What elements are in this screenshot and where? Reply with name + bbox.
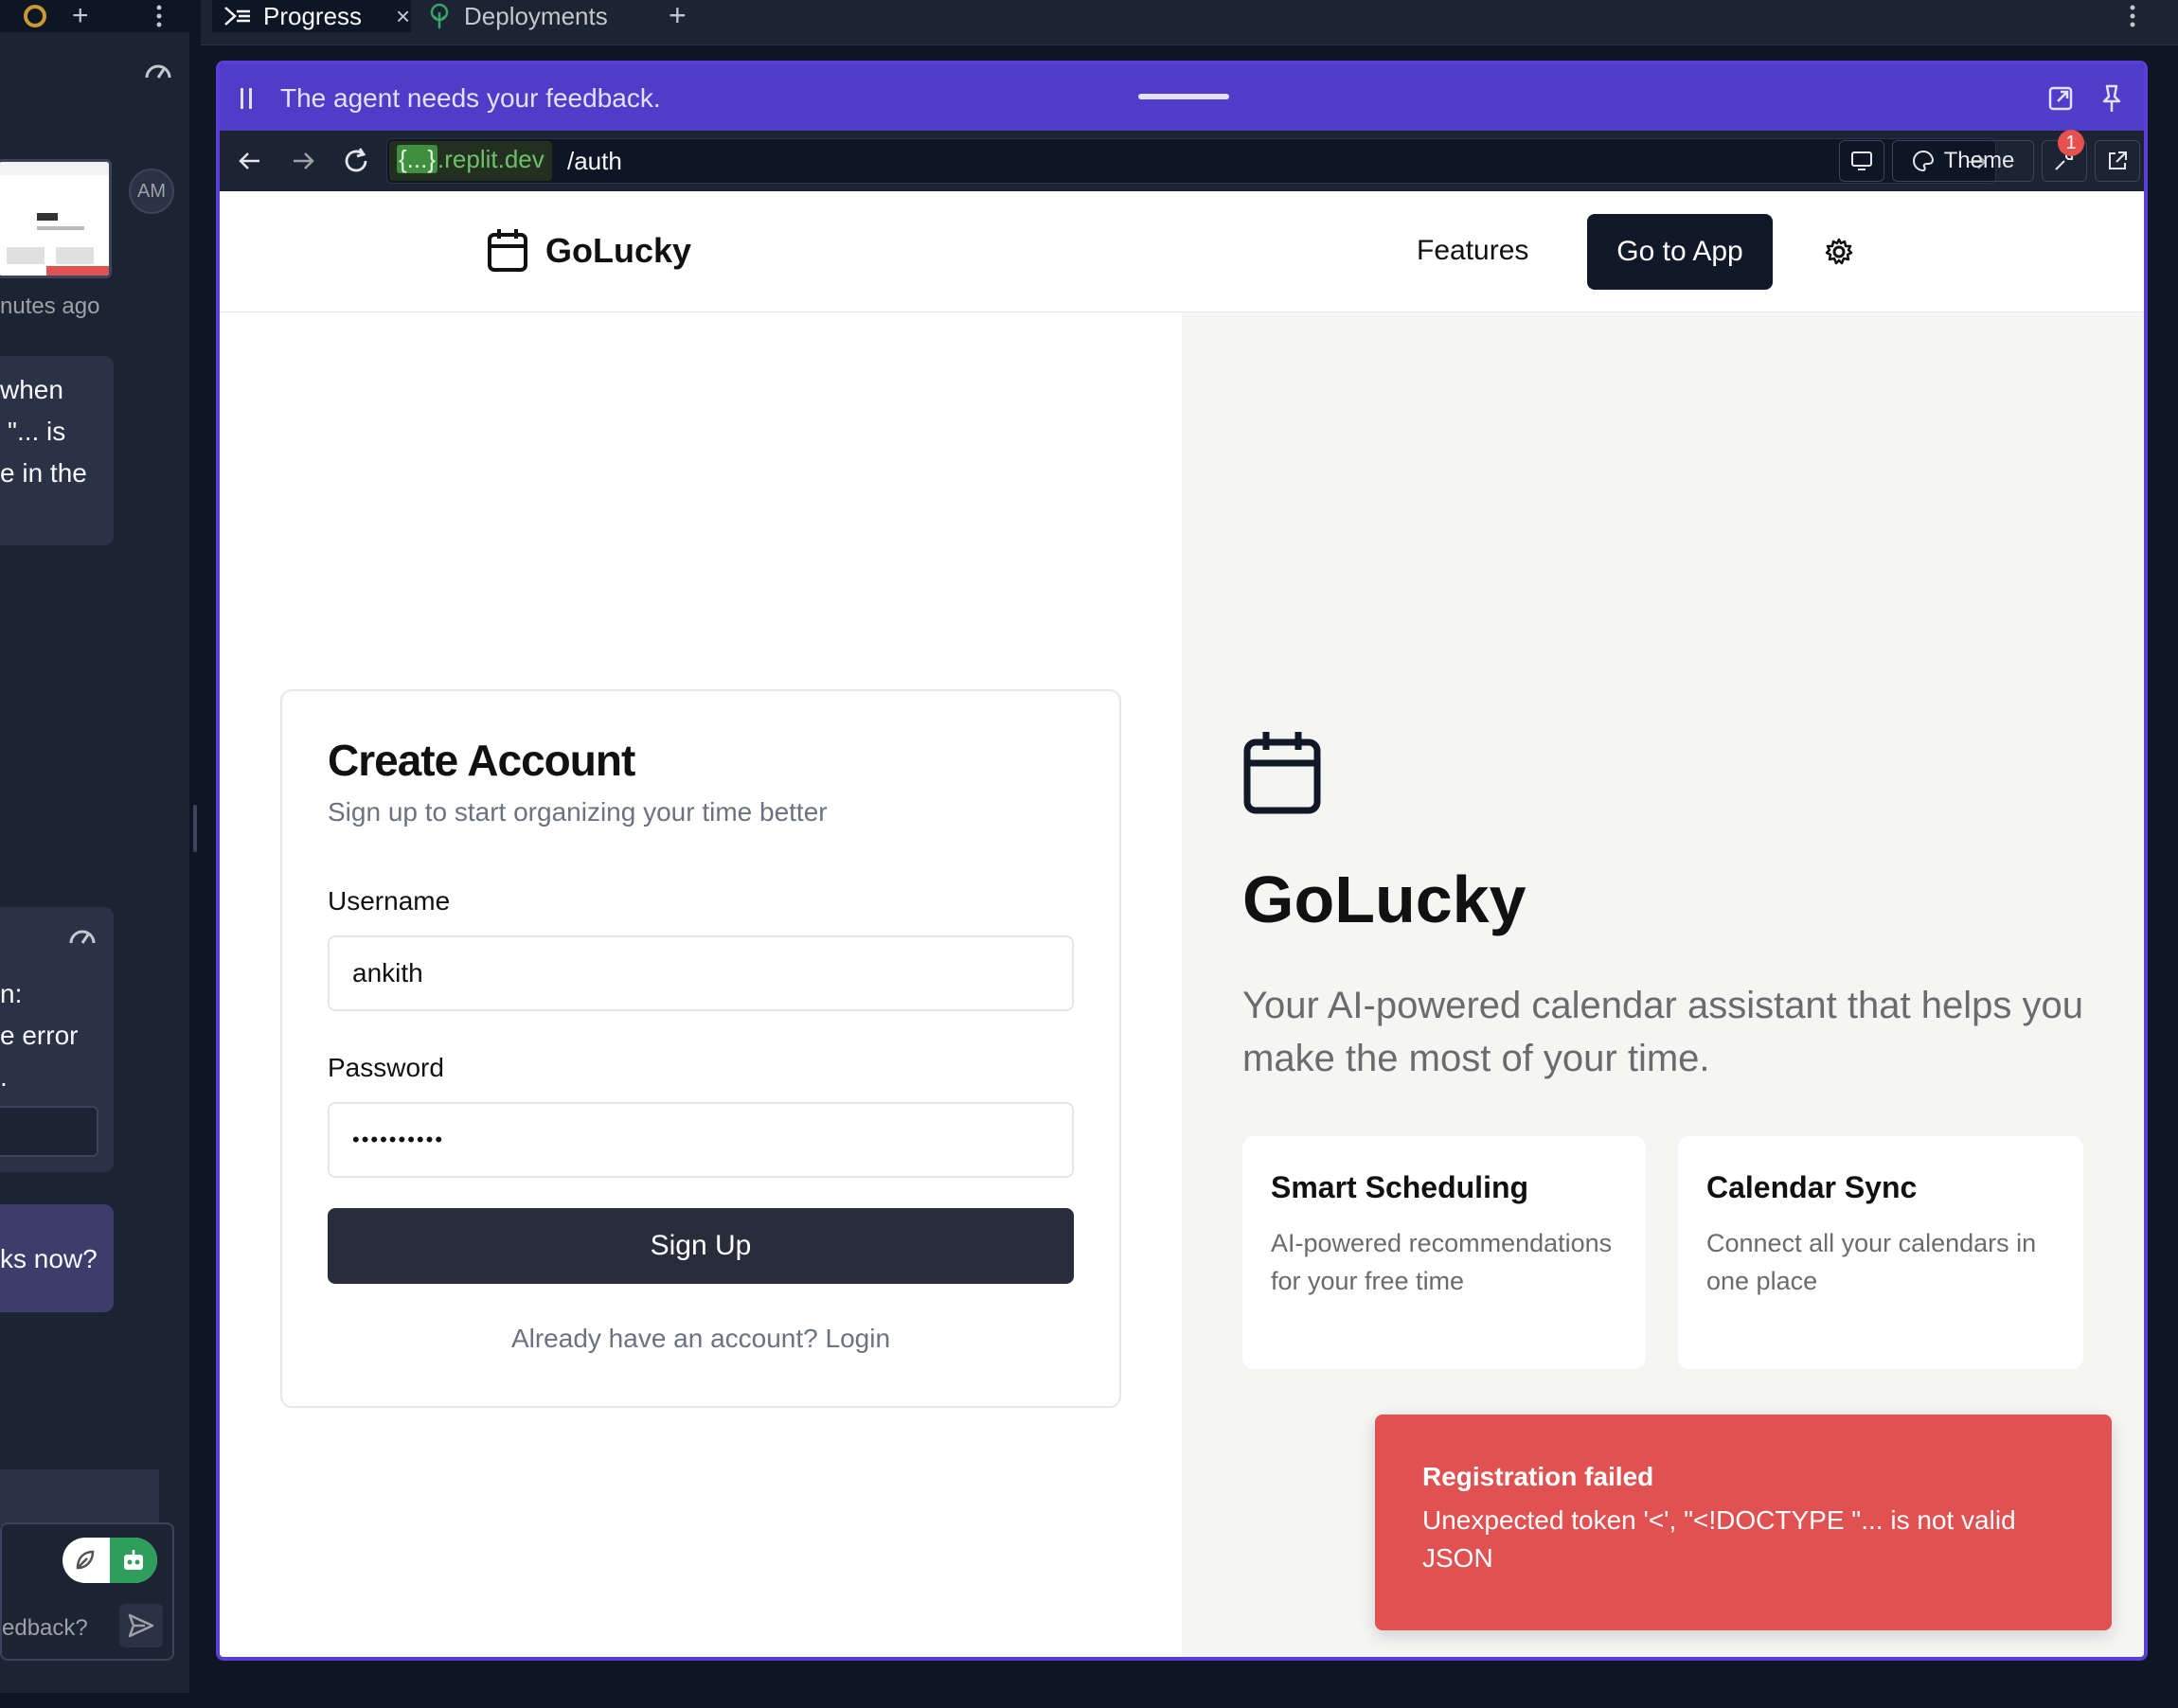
close-tab-icon[interactable]: × [396,2,410,31]
panel-resize-handle[interactable] [189,0,201,1693]
chat-input-placeholder[interactable]: edback? [2,1615,88,1642]
feedback-message: The agent needs your feedback. [280,83,661,113]
url-field[interactable]: {...}.replit.dev /auth [386,138,1996,184]
pause-icon[interactable] [239,87,254,110]
signup-title: Create Account [328,736,635,785]
nav-features-link[interactable]: Features [1417,235,1528,267]
message-timestamp: nutes ago [0,294,100,319]
drag-handle[interactable] [1138,94,1229,99]
auth-pane: Create Account Sign up to start organizi… [220,312,1182,1657]
domain-badge: {...}.replit.dev [389,141,552,181]
replit-logo-icon[interactable] [23,4,47,28]
toast-message: Unexpected token '<', "<!DOCTYPE "... is… [1422,1505,2016,1573]
popout-icon[interactable] [2047,85,2074,112]
palette-icon [1912,150,1934,172]
inline-input[interactable] [0,1106,98,1157]
username-input[interactable]: ankith [328,935,1074,1011]
settings-gear-icon[interactable] [1824,237,1854,267]
new-tab-icon[interactable]: + [669,0,687,30]
send-icon [128,1613,154,1638]
tab-label: Progress [263,1,363,30]
monitor-icon [1851,151,1872,170]
chat-message: ks now? [0,1204,114,1312]
mode-toggle[interactable] [62,1538,157,1583]
chat-message-line: "... is [8,417,66,446]
toast-title: Registration failed [1422,1462,1654,1491]
resize-grip[interactable] [193,805,197,852]
workspace-tab-bar: Progress × Deployments + [201,0,2178,45]
username-label: Username [328,886,451,916]
domain-suffix: .replit.dev [437,145,544,173]
speed-gauge-icon[interactable] [144,59,172,81]
signup-button[interactable]: Sign Up [328,1208,1074,1284]
send-button[interactable] [119,1604,163,1647]
feature-title: Calendar Sync [1706,1170,1918,1204]
password-label: Password [328,1053,444,1082]
feedback-banner: The agent needs your feedback. [220,64,2144,131]
chat-panel: + AM nutes ago when "... is e in the n: … [0,0,189,1693]
signup-card: Create Account Sign up to start organizi… [280,689,1121,1408]
theme-button[interactable]: Theme [1892,140,2034,182]
screenshot-thumbnail[interactable] [0,159,112,278]
calendar-icon [487,227,528,273]
hero-title: GoLucky [1242,863,1526,936]
reload-icon[interactable] [341,146,371,176]
feature-card: Calendar Sync Connect all your calendars… [1678,1136,2083,1369]
chat-message: when "... is e in the [0,356,114,545]
more-options-icon[interactable] [155,4,163,28]
theme-label: Theme [1943,148,2015,173]
open-external-button[interactable] [2095,140,2140,182]
back-arrow-icon[interactable] [237,148,263,174]
chat-message-line: ks now? [0,1244,98,1273]
calendar-icon [1242,729,1322,816]
error-toast[interactable]: Registration failed Unexpected token '<'… [1375,1414,2112,1630]
chat-message-line: when [0,375,63,404]
url-path[interactable]: /auth [567,147,622,176]
progress-icon [224,7,250,26]
forward-arrow-icon[interactable] [290,148,316,174]
notification-badge: 1 [2058,130,2084,156]
chat-message-line: n: [0,979,23,1008]
chat-topbar: + [0,0,189,32]
feature-text: Connect all your calendars in one place [1706,1229,2037,1295]
app-header: GoLucky Features Go to App [220,191,2144,312]
external-link-icon [2109,151,2127,169]
more-options-icon[interactable] [2129,4,2136,28]
feature-title: Smart Scheduling [1271,1170,1529,1204]
url-toolbar: {...}.replit.dev /auth Theme 1 [220,130,2144,191]
tab-progress[interactable]: Progress × [212,0,411,32]
chat-message-line: e in the [0,458,87,488]
login-link[interactable]: Already have an account? Login [282,1324,1119,1354]
chat-message-line: . [0,1062,8,1092]
deployments-icon [430,3,449,28]
tab-deployments[interactable]: Deployments [415,0,646,32]
chat-message-line: e error [0,1021,79,1050]
devtools-button[interactable]: 1 [2042,130,2087,182]
chat-input-box[interactable]: edback? [0,1522,174,1661]
chat-message: n: e error . [0,907,114,1172]
tab-label: Deployments [464,1,608,30]
brand-name[interactable]: GoLucky [545,231,691,271]
new-tab-icon[interactable]: + [72,2,89,30]
go-to-app-button[interactable]: Go to App [1587,214,1773,290]
feature-text: AI-powered recommendations for your free… [1271,1229,1613,1295]
user-avatar[interactable]: AM [129,169,174,214]
signup-subtitle: Sign up to start organizing your time be… [328,797,828,827]
domain-prefix: {...} [397,145,438,173]
agent-bot-icon[interactable] [110,1538,157,1583]
speed-gauge-icon[interactable] [68,924,97,947]
leaf-icon[interactable] [72,1547,98,1574]
hero-description: Your AI-powered calendar assistant that … [1242,985,2083,1079]
pin-icon[interactable] [2100,83,2123,114]
device-toggle-button[interactable] [1839,140,1884,182]
password-input[interactable]: •••••••••• [328,1102,1074,1178]
chat-input-area [0,1469,159,1526]
feature-card: Smart Scheduling AI-powered recommendati… [1242,1136,1646,1369]
